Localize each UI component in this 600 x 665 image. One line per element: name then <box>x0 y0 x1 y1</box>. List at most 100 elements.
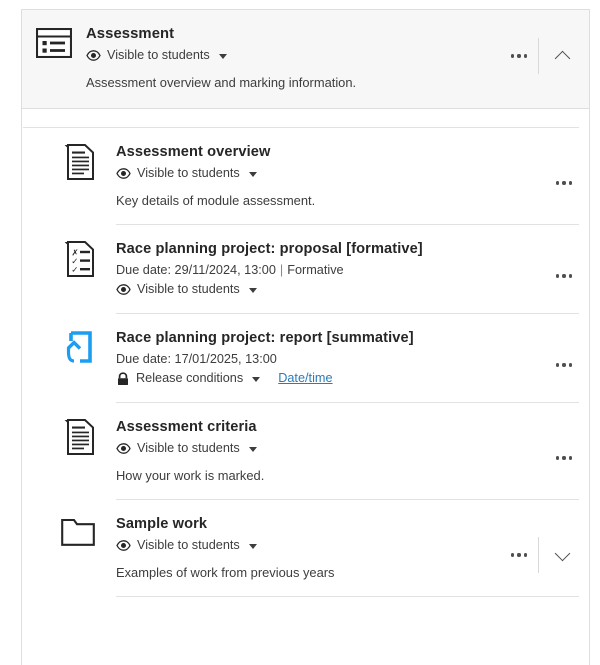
assessment-folder-card: Assessment Visible to students Assessmen… <box>21 9 590 665</box>
kebab-dot <box>568 363 572 367</box>
visibility-dropdown[interactable]: Visible to students <box>116 536 257 555</box>
assessment-type-label: Formative <box>287 263 344 277</box>
folder-icon <box>22 514 116 546</box>
chevron-down-icon <box>218 54 227 59</box>
list-item-body: Sample work Visible to students Examples… <box>116 514 504 596</box>
kebab-dot <box>555 274 560 278</box>
eye-icon <box>116 540 131 551</box>
list-item-body: Assessment overview Visible to students <box>116 142 549 224</box>
kebab-dot <box>523 553 527 557</box>
chevron-down-icon <box>252 377 261 382</box>
eye-icon <box>86 50 101 61</box>
visibility-label: Visible to students <box>137 538 240 552</box>
folder-collapse-button[interactable] <box>545 39 579 73</box>
visibility-dropdown[interactable]: Visible to students <box>116 280 257 299</box>
chevron-down-icon <box>248 172 257 177</box>
list-item-actions <box>504 537 589 573</box>
list-item[interactable]: Sample work Visible to students Examples… <box>22 500 589 596</box>
kebab-dot <box>562 456 566 460</box>
kebab-dot <box>568 274 572 278</box>
folder-visibility-dropdown[interactable]: Visible to students <box>86 46 227 65</box>
list-item-body: Assessment criteria Visible to students <box>116 417 549 499</box>
action-divider <box>538 38 539 74</box>
visibility-label: Visible to students <box>137 441 240 455</box>
release-conditions-dropdown[interactable]: Release conditions <box>116 369 261 388</box>
kebab-dot <box>555 181 560 185</box>
release-conditions-label: Release conditions <box>136 371 244 385</box>
list-item[interactable]: Assessment criteria Visible to students <box>22 403 589 499</box>
kebab-dot <box>510 553 515 557</box>
chevron-down-icon <box>248 447 257 452</box>
eye-icon <box>116 168 131 179</box>
list-item-more-options-button[interactable] <box>549 173 579 192</box>
list-item-actions <box>549 266 589 285</box>
list-item-title[interactable]: Race planning project: report [summative… <box>116 328 549 348</box>
visibility-label: Visible to students <box>137 282 240 296</box>
list-item[interactable]: ✗ ✓ ✓ Race planning project: proposal [f… <box>22 225 589 313</box>
folder-title: Assessment <box>86 26 175 42</box>
list-item-title[interactable]: Sample work <box>116 514 504 534</box>
list-item-visibility-row: Visible to students <box>116 536 504 555</box>
kebab-dot <box>555 456 560 460</box>
action-divider <box>538 537 539 573</box>
list-item-description: How your work is marked. <box>116 468 265 483</box>
document-page-icon <box>22 417 116 455</box>
chevron-up-icon <box>554 50 570 66</box>
list-item-more-options-button[interactable] <box>549 448 579 467</box>
kebab-dot <box>517 54 521 58</box>
list-item-body: Race planning project: report [summative… <box>116 328 549 402</box>
folder-body: Assessment overview Visible to students <box>22 127 589 597</box>
folder-more-options-button[interactable] <box>504 46 534 65</box>
kebab-dot <box>523 54 527 58</box>
kebab-dot <box>555 363 560 367</box>
list-item-visibility-row: Visible to students <box>116 164 549 183</box>
eye-icon <box>116 284 131 295</box>
lock-icon <box>116 371 130 386</box>
meta-separator: | <box>279 263 284 277</box>
visibility-dropdown[interactable]: Visible to students <box>116 164 257 183</box>
kebab-dot <box>517 553 521 557</box>
list-item-visibility-row: Visible to students <box>116 439 549 458</box>
list-divider <box>116 596 579 597</box>
kebab-dot <box>562 363 566 367</box>
kebab-dot <box>568 181 572 185</box>
list-item-more-options-button[interactable] <box>549 355 579 374</box>
list-item-due-row: Due date: 17/01/2025, 13:00 <box>116 350 549 369</box>
folder-header-actions <box>504 24 589 74</box>
list-item-title[interactable]: Assessment overview <box>116 142 549 162</box>
visibility-label: Visible to students <box>137 166 240 180</box>
folder-header: Assessment Visible to students Assessmen… <box>22 10 589 109</box>
chevron-down-icon <box>554 545 570 561</box>
folder-header-body: Assessment Visible to students Assessmen… <box>86 24 504 92</box>
content-list-icon <box>22 24 86 58</box>
list-item-title[interactable]: Assessment criteria <box>116 417 549 437</box>
kebab-dot <box>510 54 515 58</box>
due-date-label: Due date: 17/01/2025, 13:00 <box>116 352 277 366</box>
list-item-actions <box>549 355 589 374</box>
kebab-dot <box>562 181 566 185</box>
kebab-dot <box>568 456 572 460</box>
svg-text:✓: ✓ <box>71 266 78 276</box>
turnitin-submission-icon <box>22 328 116 364</box>
list-item[interactable]: Assessment overview Visible to students <box>22 128 589 224</box>
date-time-link[interactable]: Date/time <box>278 369 332 388</box>
folder-description: Assessment overview and marking informat… <box>86 75 357 90</box>
kebab-dot <box>562 274 566 278</box>
chevron-down-icon <box>248 288 257 293</box>
list-item[interactable]: Race planning project: report [summative… <box>22 314 589 402</box>
list-item-description: Examples of work from previous years <box>116 565 335 580</box>
eye-icon <box>116 443 131 454</box>
list-item-more-options-button[interactable] <box>504 545 534 564</box>
document-page-icon <box>22 142 116 180</box>
visibility-dropdown[interactable]: Visible to students <box>116 439 257 458</box>
list-item-actions <box>549 173 589 192</box>
folder-visibility-row: Visible to students <box>86 46 498 65</box>
list-item-more-options-button[interactable] <box>549 266 579 285</box>
sample-work-expand-button[interactable] <box>545 538 579 572</box>
checklist-test-icon: ✗ ✓ ✓ <box>22 239 116 277</box>
list-item-due-row: Due date: 29/11/2024, 13:00 | Formative <box>116 261 549 280</box>
list-item-title[interactable]: Race planning project: proposal [formati… <box>116 239 549 259</box>
list-item-description: Key details of module assessment. <box>116 193 316 208</box>
list-item-actions <box>549 448 589 467</box>
list-item-body: Race planning project: proposal [formati… <box>116 239 549 313</box>
